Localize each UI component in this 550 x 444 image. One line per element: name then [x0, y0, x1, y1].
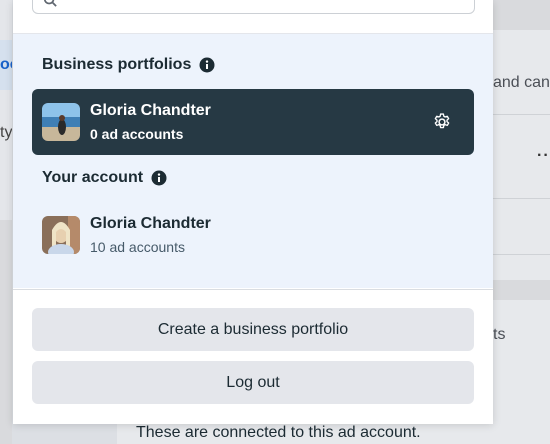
personal-account-item[interactable]: Gloria Chandter 10 ad accounts	[32, 202, 474, 268]
portfolio-avatar	[42, 103, 80, 141]
left-sidebar-text-fragment: ty	[0, 124, 12, 141]
account-switcher-dropdown: Business portfolios Gloria Chandter 0 ad…	[13, 0, 493, 424]
search-input[interactable]	[32, 0, 475, 14]
your-account-header: Your account	[42, 169, 167, 187]
info-icon[interactable]	[151, 170, 167, 186]
portfolio-ad-account-count: 0 ad accounts	[90, 126, 184, 142]
background-text-fragment: and can	[493, 74, 550, 91]
search-icon	[43, 0, 57, 7]
card-divider	[493, 198, 550, 199]
info-icon[interactable]	[199, 57, 215, 73]
left-sidebar-link-fragment[interactable]: oo	[0, 56, 12, 74]
background-gap	[493, 280, 550, 300]
page-top-strip	[493, 0, 550, 30]
card-divider	[493, 254, 550, 255]
background-bottom-text: These are connected to this ad account.	[136, 424, 421, 441]
your-account-title: Your account	[42, 169, 144, 186]
beach-photo-icon	[42, 103, 80, 141]
account-ad-account-count: 10 ad accounts	[90, 239, 185, 255]
background-text-fragment-2: ts	[493, 326, 506, 343]
business-portfolios-header: Business portfolios	[42, 56, 215, 74]
business-portfolios-title: Business portfolios	[42, 56, 192, 73]
business-portfolio-item[interactable]: Gloria Chandter 0 ad accounts	[32, 89, 474, 155]
account-name: Gloria Chandter	[90, 215, 211, 232]
profile-photo-icon	[42, 216, 80, 254]
dropdown-footer: Create a business portfolio Log out	[13, 289, 493, 424]
portfolio-name: Gloria Chandter	[90, 102, 211, 119]
log-out-button[interactable]: Log out	[32, 361, 474, 404]
card-divider	[493, 114, 550, 115]
create-business-portfolio-button[interactable]: Create a business portfolio	[32, 308, 474, 351]
more-options-icon[interactable]: ··	[537, 147, 550, 165]
search-area	[13, 0, 493, 34]
account-list: Business portfolios Gloria Chandter 0 ad…	[13, 34, 493, 288]
left-sidebar-lower	[0, 220, 12, 444]
account-avatar	[42, 216, 80, 254]
gear-icon[interactable]	[432, 112, 452, 132]
